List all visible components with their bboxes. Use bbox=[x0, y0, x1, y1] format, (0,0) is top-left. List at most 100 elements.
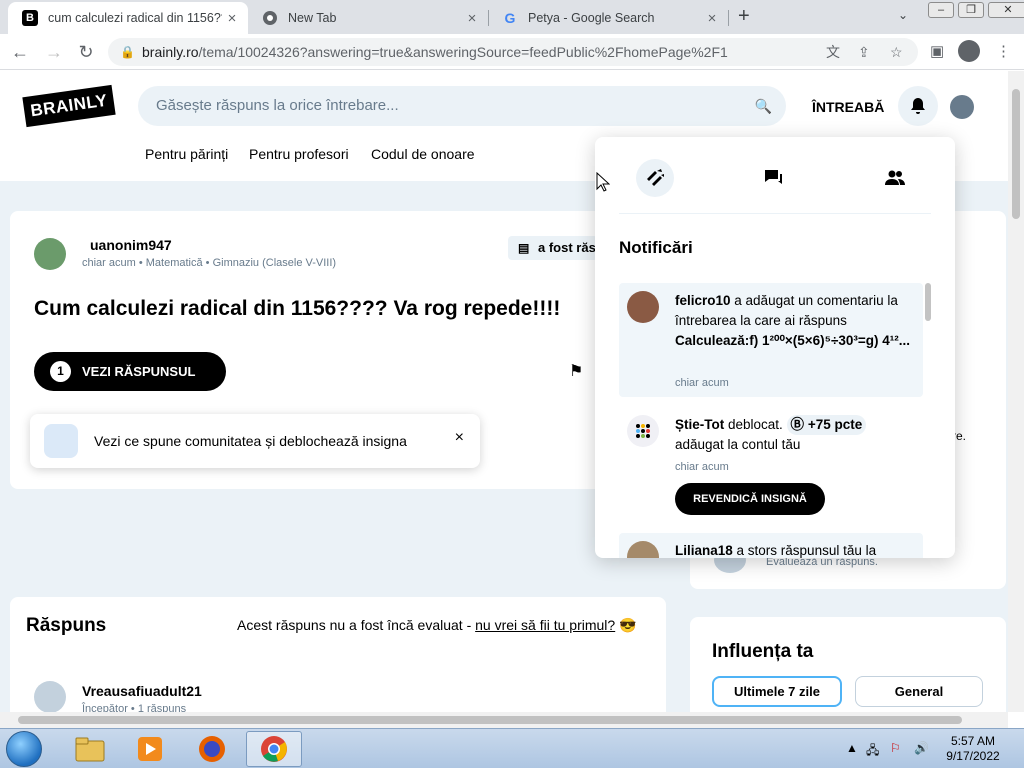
nav-teachers[interactable]: Pentru profesori bbox=[249, 146, 349, 162]
close-window-button[interactable]: ✕ bbox=[988, 2, 1024, 18]
report-flag-icon[interactable]: ⚑ bbox=[569, 361, 583, 381]
notification-time: chiar acum bbox=[675, 377, 729, 389]
url-domain: brainly.ro bbox=[142, 44, 199, 60]
action-center-flag-icon[interactable]: ⚐ bbox=[890, 741, 901, 755]
notification-user: Știe-Tot bbox=[675, 417, 725, 432]
tab-friends-icon[interactable] bbox=[876, 159, 914, 197]
points-value: +75 pcte bbox=[807, 417, 863, 432]
panel-divider bbox=[619, 213, 931, 214]
answer-not-rated: Acest răspuns nu a fost încă evaluat - n… bbox=[237, 617, 637, 634]
new-tab-button[interactable]: + bbox=[738, 5, 750, 28]
translate-icon[interactable]: 文 bbox=[826, 38, 840, 66]
answer-heading: Răspuns bbox=[26, 615, 107, 636]
search-icon[interactable]: 🔍 bbox=[755, 86, 772, 126]
system-clock[interactable]: 5:57 AM 9/17/2022 bbox=[944, 734, 1002, 764]
tab-search-chevron-icon[interactable]: ⌄ bbox=[898, 8, 908, 22]
clock-date: 9/17/2022 bbox=[946, 749, 1000, 763]
question-author-name[interactable]: uanonim947 bbox=[90, 237, 172, 253]
scrollbar-thumb[interactable] bbox=[18, 716, 962, 724]
influence-heading: Influența ta bbox=[712, 641, 814, 662]
be-first-link[interactable]: nu vrei să fii tu primul? bbox=[475, 617, 615, 633]
restore-button[interactable]: ❐ bbox=[958, 2, 984, 18]
tab-messages-icon[interactable] bbox=[755, 159, 793, 197]
notification-text: Liliana18 a stors răspunsul tău la bbox=[675, 541, 923, 558]
answer-author-avatar[interactable] bbox=[34, 681, 66, 712]
tab-google-search[interactable]: G Petya - Google Search × bbox=[488, 2, 728, 34]
see-answer-button[interactable]: 1 VEZI RĂSPUNSUL bbox=[34, 352, 226, 391]
clock-time: 5:57 AM bbox=[950, 734, 996, 748]
tab-title: cum calculezi radical din 1156??? bbox=[48, 11, 222, 25]
last-7-days-button[interactable]: Ultimele 7 zile bbox=[712, 676, 842, 707]
profile-avatar[interactable] bbox=[958, 40, 980, 62]
panel-scrollbar[interactable] bbox=[925, 283, 931, 321]
menu-kebab-icon[interactable]: ⋮ bbox=[996, 42, 1011, 60]
file-explorer-icon[interactable] bbox=[62, 731, 118, 767]
notification-item[interactable]: felicro10 a adăugat un comentariu la înt… bbox=[619, 283, 923, 397]
back-arrow-icon[interactable]: ← bbox=[10, 42, 30, 62]
user-avatar[interactable] bbox=[950, 95, 974, 119]
share-icon[interactable]: ⇪ bbox=[858, 38, 870, 66]
notification-text: Știe-Tot deblocat. Ⓑ +75 pcte adăugat la … bbox=[675, 415, 923, 455]
answer-count-badge: 1 bbox=[50, 361, 71, 382]
nav-honor-code[interactable]: Codul de onoare bbox=[371, 146, 475, 162]
start-button[interactable] bbox=[6, 731, 42, 767]
bell-icon[interactable] bbox=[898, 86, 938, 126]
ask-button[interactable]: ÎNTREABĂ bbox=[812, 99, 884, 115]
question-subject[interactable]: Matematică bbox=[146, 257, 203, 269]
firefox-icon[interactable] bbox=[184, 731, 240, 767]
browser-tab-strip: B cum calculezi radical din 1156??? × Ne… bbox=[0, 0, 1024, 34]
tab-separator bbox=[728, 10, 729, 26]
notifications-heading: Notificări bbox=[619, 238, 693, 257]
scrollbar-thumb[interactable] bbox=[1012, 89, 1020, 219]
reload-icon[interactable]: ↻ bbox=[76, 42, 96, 62]
lock-icon: 🔒 bbox=[120, 45, 135, 59]
tab-brainly[interactable]: B cum calculezi radical din 1156??? × bbox=[8, 2, 248, 34]
close-icon[interactable]: × bbox=[702, 10, 722, 27]
notification-item[interactable]: Liliana18 a stors răspunsul tău la bbox=[619, 533, 923, 558]
toast-close-icon[interactable]: × bbox=[455, 429, 464, 447]
network-icon[interactable]: 🖧 bbox=[866, 741, 879, 762]
see-answer-label: VEZI RĂSPUNSUL bbox=[82, 364, 196, 379]
badge-icon bbox=[44, 424, 78, 458]
notification-snippet: Calculează:f) 1²⁰⁰×(5×6)⁵÷30³=g) 4¹²... bbox=[675, 333, 911, 348]
show-hidden-icons[interactable]: ▲ bbox=[846, 741, 858, 755]
document-icon: ▤ bbox=[518, 241, 530, 255]
minimize-button[interactable]: – bbox=[928, 2, 954, 18]
general-button[interactable]: General bbox=[855, 676, 983, 707]
mouse-cursor-icon bbox=[596, 172, 610, 192]
notification-text: felicro10 a adăugat un comentariu la înt… bbox=[675, 291, 923, 351]
notification-message-2: adăugat la contul tău bbox=[675, 437, 801, 452]
address-bar[interactable]: 🔒 brainly.ro/tema/10024326?answering=tru… bbox=[108, 38, 918, 66]
tab-title: New Tab bbox=[288, 11, 337, 25]
answer-author-name[interactable]: Vreausafiuadult21 bbox=[82, 683, 202, 699]
notification-item[interactable]: Știe-Tot deblocat. Ⓑ +75 pcte adăugat la … bbox=[619, 409, 923, 519]
question-time: chiar acum bbox=[82, 257, 136, 269]
volume-icon[interactable]: 🔊 bbox=[914, 741, 929, 755]
horizontal-scrollbar[interactable] bbox=[0, 712, 1008, 728]
not-rated-text: Acest răspuns nu a fost încă evaluat - bbox=[237, 617, 476, 633]
coin-icon: Ⓑ bbox=[790, 417, 805, 432]
forward-arrow-icon[interactable]: → bbox=[44, 42, 64, 62]
question-title: Cum calculezi radical din 1156???? Va ro… bbox=[34, 297, 561, 320]
notification-avatar bbox=[627, 291, 659, 323]
nav-parents[interactable]: Pentru părinți bbox=[145, 146, 228, 162]
answered-badge: ▤ a fost răs bbox=[508, 236, 598, 260]
media-player-icon[interactable] bbox=[122, 731, 178, 767]
question-author-avatar[interactable] bbox=[34, 238, 66, 270]
chrome-taskbar-icon[interactable] bbox=[246, 731, 302, 767]
tab-notifications-icon[interactable] bbox=[636, 159, 674, 197]
side-panel-icon[interactable]: ▣ bbox=[930, 42, 944, 60]
notification-user: Liliana18 bbox=[675, 543, 733, 558]
vertical-scrollbar[interactable] bbox=[1008, 71, 1024, 712]
notification-user: felicro10 bbox=[675, 293, 731, 308]
tab-new-tab[interactable]: New Tab × bbox=[248, 2, 488, 34]
claim-badge-button[interactable]: REVENDICĂ INSIGNĂ bbox=[675, 483, 825, 515]
brainly-logo[interactable]: BRAINLY bbox=[22, 84, 116, 128]
windows-taskbar: ▲ 🖧 ⚐ 🔊 5:57 AM 9/17/2022 bbox=[0, 728, 1024, 768]
chrome-icon bbox=[262, 10, 278, 26]
brainly-icon: B bbox=[22, 10, 38, 26]
close-icon[interactable]: × bbox=[222, 10, 242, 27]
search-input[interactable]: Găsește răspuns la orice întrebare... 🔍 bbox=[138, 86, 786, 126]
close-icon[interactable]: × bbox=[462, 10, 482, 27]
star-bookmark-icon[interactable]: ☆ bbox=[890, 38, 903, 66]
